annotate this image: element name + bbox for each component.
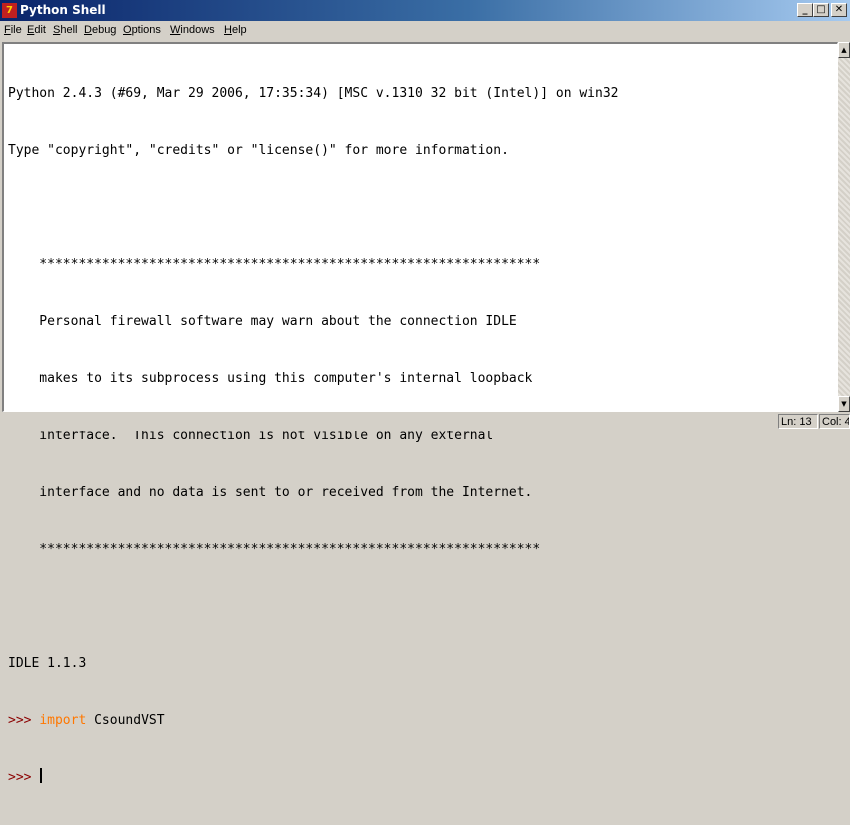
close-button[interactable]: ✕ <box>831 3 847 17</box>
banner-line: Type "copyright", "credits" or "license(… <box>8 143 509 158</box>
menu-shell[interactable]: Shell <box>53 21 77 40</box>
firewall-notice-line: Personal firewall software may warn abou… <box>8 314 517 329</box>
shell-text-area[interactable]: Python 2.4.3 (#69, Mar 29 2006, 17:35:34… <box>2 42 838 785</box>
firewall-notice-line: interface and no data is sent to or rece… <box>8 485 533 500</box>
window-title: Python Shell <box>20 3 106 17</box>
separator-line: ****************************************… <box>8 542 541 557</box>
separator-line: ****************************************… <box>8 257 541 272</box>
menu-file[interactable]: File <box>4 21 22 40</box>
scroll-down-arrow-icon[interactable]: ▼ <box>838 396 850 412</box>
menu-help[interactable]: Help <box>224 21 247 40</box>
menu-windows[interactable]: Windows <box>170 21 215 40</box>
keyword-import: import <box>39 713 87 728</box>
column-number-indicator: Col: 4 <box>819 414 850 429</box>
menu-edit[interactable]: Edit <box>27 21 46 40</box>
text-cursor <box>40 768 43 783</box>
line-number-indicator: Ln: 13 <box>778 414 818 429</box>
menu-options[interactable]: Options <box>123 21 161 40</box>
maximize-button[interactable]: □ <box>813 3 829 17</box>
shell-prompt: >>> <box>8 713 40 728</box>
scroll-up-arrow-icon[interactable]: ▲ <box>838 42 850 58</box>
vertical-scrollbar[interactable]: ▲ ▼ <box>838 42 850 412</box>
shell-prompt: >>> <box>8 770 40 785</box>
module-name: CsoundVST <box>86 713 165 728</box>
command-line: >>> import CsoundVST <box>8 711 618 730</box>
banner-line: Python 2.4.3 (#69, Mar 29 2006, 17:35:34… <box>8 86 619 101</box>
menu-debug[interactable]: Debug <box>84 21 116 40</box>
minimize-button[interactable]: _ <box>797 3 813 17</box>
active-input-line[interactable]: >>> <box>8 768 618 787</box>
firewall-notice-line: makes to its subprocess using this compu… <box>8 371 533 386</box>
idle-version-line: IDLE 1.1.3 <box>8 656 87 671</box>
title-bar[interactable]: 7 Python Shell _ □ ✕ <box>0 0 850 21</box>
menu-bar: File Edit Shell Debug Options Windows He… <box>0 21 850 40</box>
shell-output: Python 2.4.3 (#69, Mar 29 2006, 17:35:34… <box>8 46 618 825</box>
python-idle-icon[interactable]: 7 <box>2 3 17 18</box>
status-bar: Ln: 13 Col: 4 <box>0 412 850 431</box>
